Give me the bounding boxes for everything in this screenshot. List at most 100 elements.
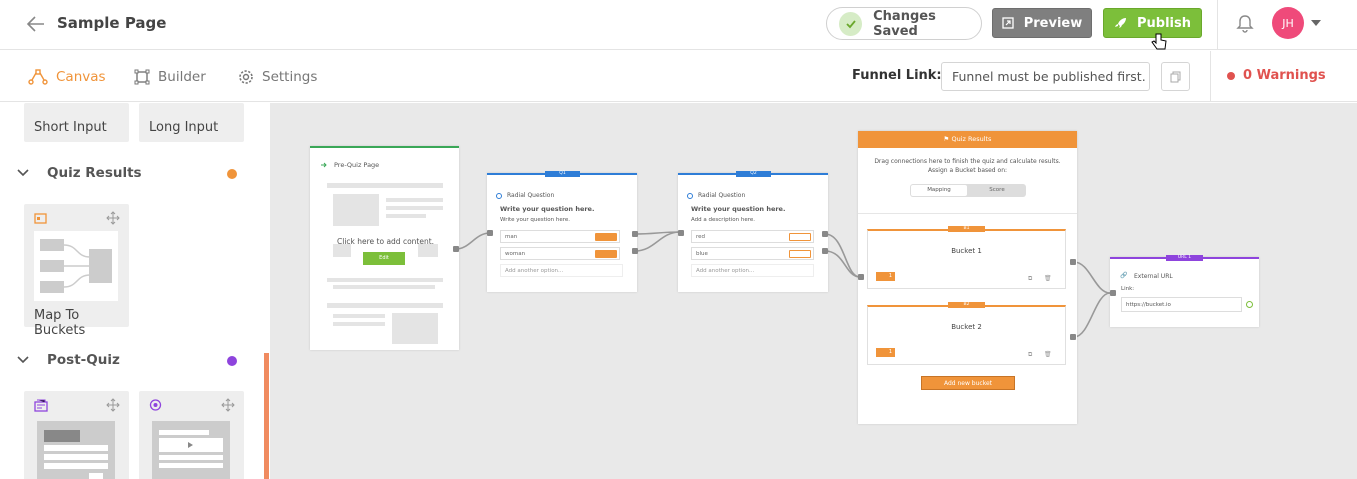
results-subdescription: Assign a Bucket based on: <box>927 167 1008 174</box>
option-label: man <box>505 234 518 240</box>
output-port[interactable] <box>1070 334 1076 340</box>
link-icon: 🔗 <box>1120 272 1128 279</box>
scrollbar[interactable] <box>264 353 269 479</box>
check-icon <box>839 11 863 36</box>
q1-option[interactable]: man <box>500 230 620 243</box>
changes-saved-badge: Changes Saved <box>826 7 982 40</box>
output-port[interactable] <box>822 248 828 254</box>
avatar[interactable]: JH <box>1272 7 1304 39</box>
copy-icon <box>1170 71 1180 82</box>
add-bucket-button[interactable]: Add new bucket <box>921 376 1015 390</box>
q1-add-option[interactable]: Add another option... <box>500 264 623 277</box>
page-enter-icon <box>321 162 327 168</box>
trash-icon[interactable]: 🗑 <box>1044 351 1052 358</box>
bucket-2-card[interactable]: B2 Bucket 2 1 ⧉ 🗑 <box>867 302 1066 365</box>
url-link-field[interactable]: https://bucket.io <box>1121 297 1242 312</box>
video-icon <box>149 399 162 411</box>
chevron-down-icon[interactable] <box>16 355 30 365</box>
chevron-down-icon[interactable] <box>16 168 30 178</box>
copy-icon[interactable]: ⧉ <box>1028 275 1032 283</box>
input-port[interactable] <box>487 230 493 236</box>
preview-button[interactable]: Preview <box>992 8 1092 38</box>
question-1-node[interactable]: Q1 Radial Question Write your question h… <box>487 171 637 292</box>
funnel-canvas[interactable]: Pre-Quiz Page Click here to add content.… <box>270 103 1357 479</box>
toggle-mapping[interactable]: Mapping <box>911 185 967 196</box>
tab-builder-label: Builder <box>158 68 206 85</box>
output-port[interactable] <box>632 231 638 237</box>
input-port[interactable] <box>678 230 684 236</box>
bucket-count: 1 <box>876 348 895 357</box>
bucket-name[interactable]: Bucket 2 <box>868 323 1065 331</box>
tab-builder[interactable]: Builder <box>134 51 206 102</box>
output-port[interactable] <box>453 246 459 252</box>
input-port[interactable] <box>858 274 864 280</box>
tab-settings[interactable]: Settings <box>238 51 317 102</box>
prequiz-edit-button[interactable]: Edit <box>363 252 405 265</box>
post-quiz-form-item[interactable] <box>24 391 129 479</box>
bucket-badge[interactable] <box>789 232 811 241</box>
bucket-name[interactable]: Bucket 1 <box>868 247 1065 255</box>
quiz-results-header: ⚑ Quiz Results <box>858 131 1077 148</box>
warning-dot-icon <box>1227 71 1235 80</box>
builder-icon <box>134 69 150 84</box>
quiz-results-title: Quiz Results <box>951 135 992 143</box>
add-content-placeholder: Click here to add content. <box>337 237 435 246</box>
q2-question[interactable]: Write your question here. <box>691 205 785 213</box>
q1-question[interactable]: Write your question here. <box>500 205 594 213</box>
copy-button[interactable] <box>1161 62 1190 91</box>
question-2-node[interactable]: Q2 Radial Question Write your question h… <box>678 171 828 292</box>
move-icon[interactable] <box>106 211 120 225</box>
form-icon <box>34 399 48 412</box>
prequiz-page-node[interactable]: Pre-Quiz Page Click here to add content.… <box>310 146 459 350</box>
warnings-indicator[interactable]: 0 Warnings <box>1227 68 1326 83</box>
radio-icon <box>496 193 502 199</box>
q2-option[interactable]: blue <box>691 247 814 260</box>
q2-tag: Q2 <box>736 171 771 177</box>
url-title: External URL <box>1134 273 1173 280</box>
quiz-results-section-title[interactable]: Quiz Results <box>47 165 142 181</box>
bucket-badge[interactable] <box>595 232 617 241</box>
preview-label: Preview <box>1023 15 1083 31</box>
bucket-badge[interactable] <box>789 249 811 258</box>
toggle-score[interactable]: Score <box>970 185 1024 196</box>
trash-icon[interactable]: 🗑 <box>1044 275 1052 282</box>
quiz-results-node[interactable]: ⚑ Quiz Results Drag connections here to … <box>858 131 1077 424</box>
post-quiz-video-item[interactable] <box>139 391 244 479</box>
saved-status-text: Changes Saved <box>873 8 936 39</box>
move-icon[interactable] <box>221 398 235 412</box>
bucket-1-card[interactable]: B1 Bucket 1 1 ⧉ 🗑 <box>867 226 1066 289</box>
canvas-icon <box>28 68 48 85</box>
q2-add-option[interactable]: Add another option... <box>691 264 814 277</box>
q2-option[interactable]: red <box>691 230 814 243</box>
long-input-item[interactable]: Long Input <box>139 103 244 142</box>
assign-toggle[interactable]: Mapping Score <box>910 184 1026 197</box>
map-to-buckets-label: Map To Buckets <box>34 308 86 338</box>
q1-option[interactable]: woman <box>500 247 620 260</box>
q2-description[interactable]: Add a description here. <box>691 217 755 223</box>
chevron-down-icon[interactable] <box>1311 20 1321 26</box>
option-label: woman <box>505 251 526 257</box>
copy-icon[interactable]: ⧉ <box>1028 351 1032 359</box>
q1-description[interactable]: Write your question here. <box>500 217 570 223</box>
tab-canvas[interactable]: Canvas <box>28 51 106 102</box>
short-input-label: Short Input <box>34 120 107 135</box>
short-input-item[interactable]: Short Input <box>24 103 129 142</box>
output-port[interactable] <box>1070 259 1076 265</box>
bucket-badge[interactable] <box>595 249 617 258</box>
radio-icon <box>687 193 693 199</box>
back-arrow-icon[interactable] <box>24 12 48 36</box>
funnel-link-field[interactable]: Funnel must be published first. <box>941 62 1150 91</box>
map-to-buckets-item[interactable]: Map To Buckets <box>24 204 129 338</box>
external-url-node[interactable]: URL 1 🔗 External URL Link: https://bucke… <box>1110 255 1259 327</box>
form-preview <box>37 421 115 479</box>
bell-icon[interactable] <box>1236 14 1254 34</box>
move-icon[interactable] <box>106 398 120 412</box>
output-port[interactable] <box>822 231 828 237</box>
hand-cursor-icon <box>1151 33 1167 50</box>
rocket-icon <box>1115 17 1126 28</box>
output-port[interactable] <box>632 248 638 254</box>
input-port[interactable] <box>1110 290 1116 296</box>
post-quiz-section-title[interactable]: Post-Quiz <box>47 352 120 368</box>
publish-label: Publish <box>1137 15 1191 31</box>
divider <box>1217 0 1218 50</box>
